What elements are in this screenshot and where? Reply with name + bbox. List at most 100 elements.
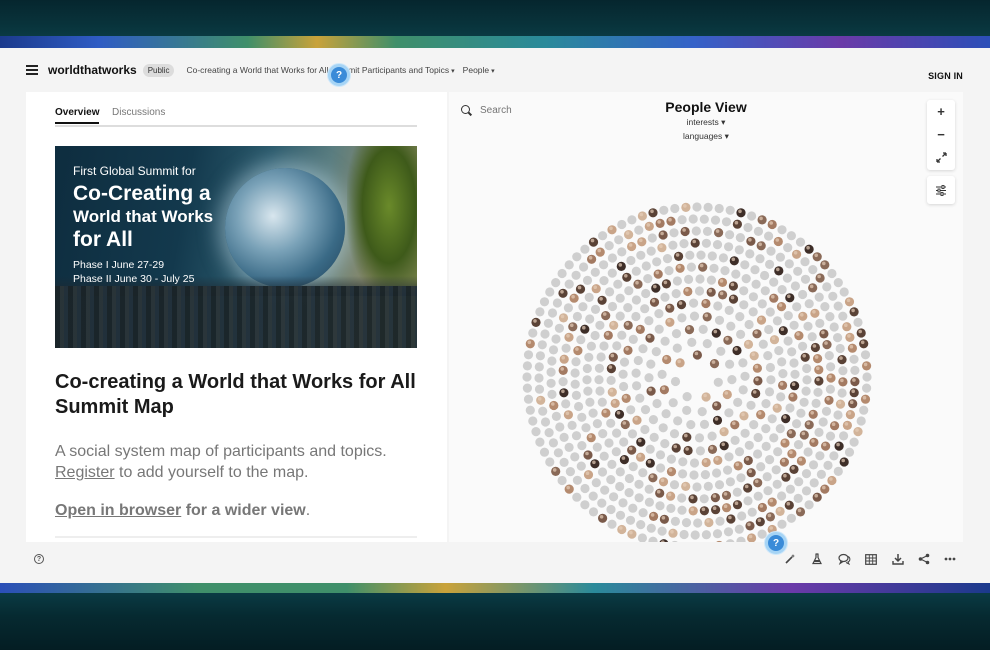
person-node[interactable] <box>561 399 571 409</box>
person-node[interactable] <box>615 311 625 321</box>
person-node[interactable] <box>765 362 775 373</box>
register-link[interactable]: Register <box>55 464 115 481</box>
person-node[interactable] <box>736 473 746 483</box>
person-node[interactable] <box>547 308 558 318</box>
person-node[interactable] <box>697 407 707 417</box>
person-node[interactable] <box>706 275 716 285</box>
person-node[interactable] <box>606 375 616 385</box>
person-avatar-node[interactable] <box>839 457 849 467</box>
person-avatar-node[interactable] <box>681 481 691 491</box>
person-node[interactable] <box>761 399 771 409</box>
person-avatar-node[interactable] <box>568 322 578 332</box>
person-node[interactable] <box>577 441 587 451</box>
person-node[interactable] <box>738 358 748 368</box>
person-node[interactable] <box>688 214 698 224</box>
person-node[interactable] <box>631 295 641 305</box>
person-node[interactable] <box>553 448 563 458</box>
person-node[interactable] <box>750 265 760 275</box>
person-avatar-node[interactable] <box>701 392 711 402</box>
person-node[interactable] <box>671 329 682 339</box>
person-avatar-node[interactable] <box>820 484 830 494</box>
person-avatar-node[interactable] <box>711 505 721 515</box>
person-node[interactable] <box>576 335 586 345</box>
person-node[interactable] <box>692 202 702 212</box>
person-avatar-node[interactable] <box>676 300 687 310</box>
person-avatar-node[interactable] <box>655 218 665 228</box>
person-node[interactable] <box>567 420 577 430</box>
person-node[interactable] <box>627 429 638 439</box>
person-node[interactable] <box>636 520 646 530</box>
person-node[interactable] <box>644 316 654 326</box>
person-node[interactable] <box>744 440 754 450</box>
person-avatar-node[interactable] <box>549 400 559 411</box>
person-node[interactable] <box>660 336 670 346</box>
person-node[interactable] <box>570 452 580 462</box>
person-node[interactable] <box>590 267 600 277</box>
person-node[interactable] <box>615 293 625 303</box>
person-node[interactable] <box>792 302 802 312</box>
person-node[interactable] <box>572 311 582 322</box>
person-node[interactable] <box>582 275 593 285</box>
person-avatar-node[interactable] <box>617 524 627 535</box>
person-avatar-node[interactable] <box>808 409 818 419</box>
person-node[interactable] <box>640 405 651 415</box>
person-node[interactable] <box>581 423 591 433</box>
person-avatar-node[interactable] <box>800 352 810 362</box>
person-avatar-node[interactable] <box>702 312 712 322</box>
person-avatar-node[interactable] <box>774 266 784 276</box>
person-node[interactable] <box>664 266 674 276</box>
person-avatar-node[interactable] <box>745 521 755 531</box>
person-avatar-node[interactable] <box>767 219 777 230</box>
person-avatar-node[interactable] <box>728 294 739 304</box>
person-node[interactable] <box>559 432 569 442</box>
person-node[interactable] <box>787 347 797 357</box>
person-node[interactable] <box>814 427 824 437</box>
person-avatar-node[interactable] <box>675 358 685 368</box>
person-node[interactable] <box>546 367 556 377</box>
person-node[interactable] <box>839 431 849 441</box>
person-node[interactable] <box>597 498 607 508</box>
person-avatar-node[interactable] <box>732 500 743 510</box>
person-node[interactable] <box>561 343 571 353</box>
person-node[interactable] <box>651 347 661 357</box>
person-node[interactable] <box>740 371 750 381</box>
person-avatar-node[interactable] <box>658 477 669 487</box>
person-node[interactable] <box>615 510 626 520</box>
person-node[interactable] <box>666 454 676 464</box>
person-node[interactable] <box>724 452 734 462</box>
person-avatar-node[interactable] <box>810 308 820 318</box>
person-avatar-node[interactable] <box>657 243 667 253</box>
person-node[interactable] <box>606 418 616 428</box>
person-node[interactable] <box>669 429 680 439</box>
person-node[interactable] <box>713 301 723 311</box>
person-avatar-node[interactable] <box>666 467 677 477</box>
person-node[interactable] <box>710 215 721 225</box>
person-node[interactable] <box>793 493 803 503</box>
person-avatar-node[interactable] <box>786 429 796 439</box>
person-node[interactable] <box>741 274 751 284</box>
person-node[interactable] <box>565 467 575 477</box>
person-node[interactable] <box>862 383 872 393</box>
person-node[interactable] <box>596 352 606 362</box>
person-avatar-node[interactable] <box>848 399 858 409</box>
person-node[interactable] <box>785 403 795 413</box>
person-node[interactable] <box>679 529 689 540</box>
person-avatar-node[interactable] <box>779 457 789 467</box>
person-node[interactable] <box>540 417 551 427</box>
person-avatar-node[interactable] <box>616 261 626 271</box>
person-node[interactable] <box>755 254 765 264</box>
person-node[interactable] <box>552 298 562 308</box>
person-node[interactable] <box>860 350 871 360</box>
help-hotspot-bottom[interactable]: ? <box>765 532 787 554</box>
person-node[interactable] <box>604 438 614 448</box>
person-node[interactable] <box>715 516 725 526</box>
person-node[interactable] <box>588 507 599 517</box>
person-avatar-node[interactable] <box>583 470 594 480</box>
person-node[interactable] <box>799 397 809 407</box>
person-node[interactable] <box>673 416 683 426</box>
person-avatar-node[interactable] <box>648 473 658 483</box>
person-node[interactable] <box>668 398 678 408</box>
person-node[interactable] <box>724 242 734 252</box>
person-node[interactable] <box>551 411 561 421</box>
settings-button[interactable] <box>927 176 955 204</box>
